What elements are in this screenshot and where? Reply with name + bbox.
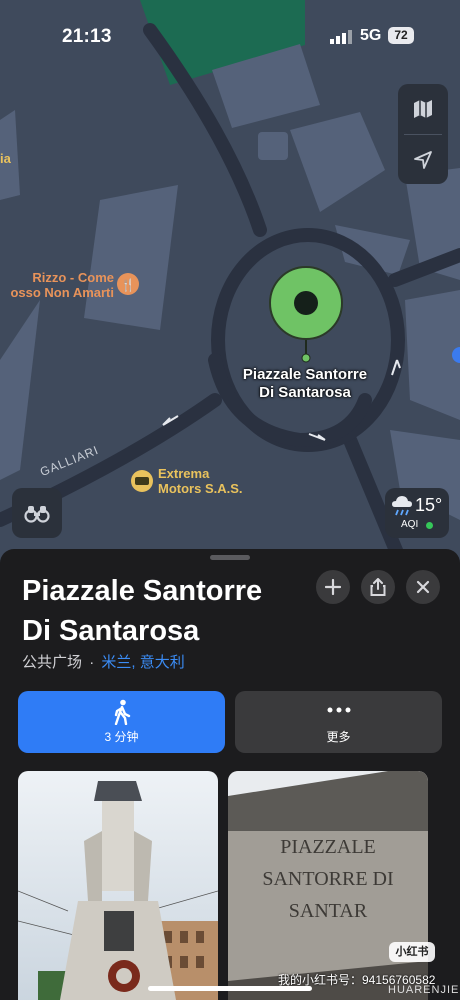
share-button[interactable] bbox=[361, 570, 395, 604]
rain-cloud-icon bbox=[392, 496, 412, 516]
plus-icon bbox=[325, 579, 341, 595]
walking-icon bbox=[114, 699, 130, 725]
ellipsis-icon bbox=[327, 707, 350, 713]
aqi-label: AQI bbox=[401, 519, 419, 530]
poi-rizzo-text: Rizzo - Come osso Non Amarti bbox=[10, 270, 114, 300]
map-icon bbox=[414, 100, 432, 118]
binoculars-icon bbox=[24, 506, 50, 523]
more-label: 更多 bbox=[326, 730, 351, 744]
place-subtitle: 公共广场 · 米兰, 意大利 bbox=[22, 651, 185, 672]
place-card[interactable]: Piazzale Santorre Di Santarosa 公共广场 · 米兰… bbox=[0, 549, 460, 1000]
locate-button[interactable] bbox=[398, 135, 448, 185]
more-button[interactable]: 更多 bbox=[235, 691, 442, 753]
walk-icon-wrap bbox=[18, 699, 225, 725]
map-mode-button[interactable] bbox=[398, 84, 448, 134]
weather-temperature: 15° bbox=[415, 495, 443, 515]
sheet-grabber[interactable] bbox=[210, 555, 250, 560]
map-view[interactable]: 🍴 GALLIARI ia Rizzo - Come osso Non Amar… bbox=[0, 0, 460, 560]
map-controls bbox=[398, 84, 448, 184]
subtitle-separator: · bbox=[89, 654, 95, 671]
look-around-button[interactable] bbox=[12, 488, 62, 538]
share-icon bbox=[370, 578, 386, 596]
home-indicator[interactable] bbox=[148, 986, 312, 991]
watermark-brand: HUARENJIE bbox=[388, 984, 460, 996]
walk-directions-button[interactable]: 3 分钟 bbox=[18, 691, 225, 753]
battery-icon: 72 bbox=[388, 27, 414, 44]
monument-photo bbox=[18, 771, 218, 1000]
poi-label-left[interactable]: ia bbox=[0, 151, 11, 166]
poi-rizzo-label[interactable]: Rizzo - Come osso Non Amarti bbox=[0, 270, 114, 300]
location-arrow-icon bbox=[414, 151, 432, 169]
weather-widget[interactable]: 15° AQI bbox=[385, 488, 449, 538]
close-button[interactable] bbox=[406, 570, 440, 604]
place-location-link[interactable]: 米兰, 意大利 bbox=[101, 654, 184, 671]
more-icon-wrap bbox=[235, 707, 442, 713]
aqi-indicator bbox=[426, 522, 433, 529]
signal-icon bbox=[330, 30, 352, 44]
status-bar: 21:13 5G 72 bbox=[0, 0, 460, 70]
walk-time-label: 3 分钟 bbox=[104, 730, 139, 744]
place-photo-2[interactable]: PIAZZALE SANTORRE DI SANTAR bbox=[228, 771, 428, 1000]
plaque-text: PIAZZALE SANTORRE DI SANTAR bbox=[262, 836, 394, 922]
xiaohongshu-badge: 小红书 bbox=[389, 942, 435, 962]
place-title: Piazzale Santorre Di Santarosa bbox=[22, 575, 263, 647]
poi-extrema-label[interactable]: Extrema Motors S.A.S. bbox=[158, 466, 243, 496]
close-icon bbox=[416, 580, 430, 594]
add-button[interactable] bbox=[316, 570, 350, 604]
poi-extrema-text: Extrema Motors S.A.S. bbox=[158, 466, 243, 496]
place-category: 公共广场 bbox=[22, 654, 83, 671]
pin-label[interactable]: Piazzale Santorre Di Santarosa bbox=[240, 366, 370, 402]
network-type: 5G bbox=[360, 27, 382, 44]
svg-text:🍴: 🍴 bbox=[121, 278, 136, 292]
place-photo-1[interactable] bbox=[18, 771, 218, 1000]
status-time: 21:13 bbox=[62, 26, 112, 47]
